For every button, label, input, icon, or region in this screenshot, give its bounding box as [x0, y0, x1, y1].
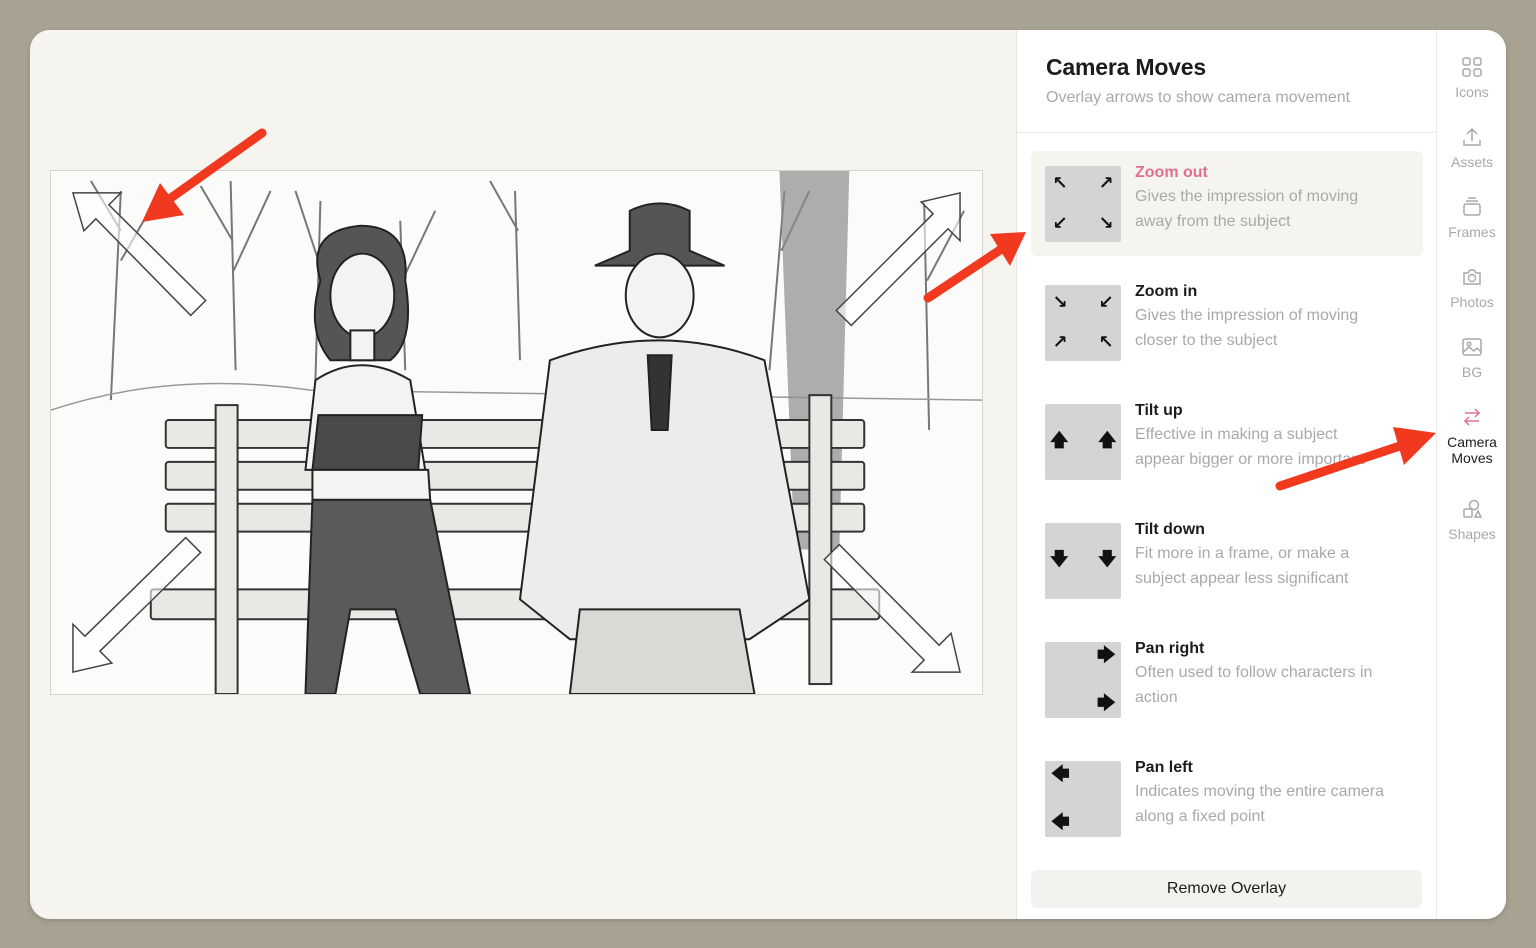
rail-item-bg[interactable]: BG: [1437, 336, 1506, 380]
moves-list: ↖ ↗ ↙ ↘ Zoom out Gives the impression of…: [1031, 151, 1423, 865]
arrow-right-icon: 🡆: [1097, 645, 1116, 665]
arrow-up-icon: 🡅: [1050, 430, 1069, 450]
arrow-down-icon: 🡇: [1098, 549, 1117, 569]
arrow-down-right-icon: ↘: [1052, 292, 1068, 312]
move-description: Indicates moving the entire camera along…: [1135, 783, 1385, 825]
rail-item-shapes[interactable]: Shapes: [1437, 498, 1506, 542]
panel-subtitle: Overlay arrows to show camera movement: [1046, 89, 1351, 106]
shapes-icon: [1463, 499, 1483, 518]
panel-title: Camera Moves: [1046, 54, 1206, 80]
pan-right-thumbnail: 🡆 🡆: [1045, 642, 1121, 718]
panel-header: Camera Moves Overlay arrows to show came…: [1017, 30, 1436, 133]
move-item-zoom-in[interactable]: ↘ ↙ ↗ ↖ Zoom in Gives the impression of …: [1031, 270, 1423, 375]
storyboard-frame[interactable]: [50, 170, 983, 695]
rail-label: Moves: [1451, 450, 1493, 466]
move-description: Fit more in a frame, or make a subject a…: [1135, 545, 1350, 587]
arrow-up-icon: 🡅: [1098, 430, 1117, 450]
rail-item-assets[interactable]: Assets: [1437, 126, 1506, 170]
move-name: Zoom out: [1135, 164, 1208, 181]
move-description: Often used to follow characters in actio…: [1135, 664, 1373, 706]
move-item-pan-right[interactable]: 🡆 🡆 Pan right Often used to follow chara…: [1031, 627, 1423, 732]
move-name: Tilt up: [1135, 402, 1183, 419]
arrow-up-right-icon: ↗: [1052, 332, 1068, 352]
app-window: Camera Moves Overlay arrows to show came…: [30, 30, 1506, 919]
rail-label: Camera: [1447, 434, 1497, 450]
canvas-area: [30, 30, 1016, 919]
arrow-down-icon: 🡇: [1050, 549, 1069, 569]
move-description: Effective in making a subject appear big…: [1135, 426, 1365, 468]
rail-item-camera-moves[interactable]: Camera Moves: [1437, 406, 1506, 466]
move-name: Zoom in: [1135, 283, 1198, 300]
pan-left-thumbnail: 🡄 🡄: [1045, 761, 1121, 837]
swap-arrows-icon: [1463, 408, 1481, 426]
move-item-tilt-down[interactable]: 🡇 🡇 Tilt down Fit more in a frame, or ma…: [1031, 508, 1423, 613]
rail-item-frames[interactable]: Frames: [1437, 196, 1506, 240]
rail-label: Shapes: [1448, 526, 1496, 542]
zoom-out-thumbnail: ↖ ↗ ↙ ↘: [1045, 166, 1121, 242]
camera-icon: [1463, 269, 1481, 285]
rail-label: BG: [1461, 364, 1483, 380]
arrow-left-icon: 🡄: [1051, 812, 1070, 832]
rail-label: Frames: [1448, 224, 1496, 240]
grid-icon: [1462, 57, 1482, 77]
move-name: Pan right: [1135, 640, 1205, 657]
tilt-up-thumbnail: 🡅 🡅: [1045, 404, 1121, 480]
rail-item-photos[interactable]: Photos: [1437, 266, 1506, 310]
arrow-left-icon: 🡄: [1051, 764, 1070, 784]
move-description: Gives the impression of moving away from…: [1135, 188, 1359, 230]
arrow-up-left-icon: ↖: [1052, 173, 1068, 193]
move-item-tilt-up[interactable]: 🡅 🡅 Tilt up Effective in making a subjec…: [1031, 389, 1423, 494]
arrow-down-left-icon: ↙: [1052, 213, 1068, 233]
tool-rail: Icons Assets Frames Photos BG Camera Mov…: [1436, 30, 1506, 919]
arrow-up-right-icon: ↗: [1098, 173, 1114, 193]
move-item-zoom-out[interactable]: ↖ ↗ ↙ ↘ Zoom out Gives the impression of…: [1031, 151, 1423, 256]
zoom-in-thumbnail: ↘ ↙ ↗ ↖: [1045, 285, 1121, 361]
camera-moves-panel: Camera Moves Overlay arrows to show came…: [1016, 30, 1436, 919]
frames-icon: [1463, 197, 1481, 216]
sketch-illustration: [51, 171, 982, 694]
arrow-down-right-icon: ↘: [1098, 213, 1114, 233]
arrow-up-left-icon: ↖: [1098, 332, 1114, 352]
image-icon: [1462, 338, 1482, 356]
arrow-down-left-icon: ↙: [1098, 292, 1114, 312]
move-name: Pan left: [1135, 759, 1193, 776]
move-item-pan-left[interactable]: 🡄 🡄 Pan left Indicates moving the entire…: [1031, 746, 1423, 851]
remove-overlay-button[interactable]: Remove Overlay: [1031, 870, 1422, 908]
rail-label: Icons: [1455, 84, 1489, 100]
rail-label: Assets: [1450, 154, 1493, 170]
arrow-right-icon: 🡆: [1097, 693, 1116, 713]
upload-icon: [1463, 127, 1481, 146]
rail-item-icons[interactable]: Icons: [1437, 56, 1506, 100]
move-name: Tilt down: [1135, 521, 1205, 538]
rail-label: Photos: [1450, 294, 1494, 310]
move-description: Gives the impression of moving closer to…: [1135, 307, 1359, 349]
tilt-down-thumbnail: 🡇 🡇: [1045, 523, 1121, 599]
